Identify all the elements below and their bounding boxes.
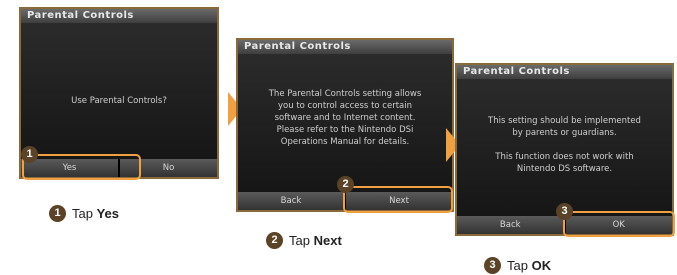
screen-3-message-line: This function does not work with bbox=[495, 152, 634, 162]
screen-3-message-line bbox=[457, 139, 672, 151]
screen-1-message: Use Parental Controls? bbox=[71, 96, 167, 106]
step-3-badge: 3 bbox=[484, 257, 501, 274]
screen-1-title: Parental Controls bbox=[21, 9, 217, 23]
step-2-badge-on-screen: 2 bbox=[337, 176, 354, 193]
screen-2-message-line: you to control access to certain bbox=[278, 101, 412, 111]
yes-button[interactable]: Yes bbox=[21, 159, 118, 177]
screen-2-button-bar: Back Next bbox=[238, 192, 452, 210]
no-button[interactable]: No bbox=[120, 159, 217, 177]
screen-3-body: This setting should be implemented by pa… bbox=[457, 79, 672, 216]
back-button[interactable]: Back bbox=[457, 216, 564, 234]
step-2-badge: 2 bbox=[266, 232, 283, 249]
screen-2-message-line: software and to Internet content. bbox=[274, 113, 416, 123]
screen-3-title: Parental Controls bbox=[457, 65, 672, 79]
screen-2-body: The Parental Controls setting allows you… bbox=[238, 54, 452, 192]
step-1-badge: 1 bbox=[49, 205, 66, 222]
step-1-badge-on-screen: 1 bbox=[21, 146, 38, 163]
screen-1-button-bar: Yes No bbox=[21, 159, 217, 177]
screen-1: Parental Controls Use Parental Controls?… bbox=[19, 7, 219, 179]
screen-3-message-line: Nintendo DS software. bbox=[516, 164, 613, 174]
screen-3-message-line: This setting should be implemented bbox=[488, 116, 641, 126]
ok-button[interactable]: OK bbox=[565, 216, 672, 234]
step-2-target: Next bbox=[313, 233, 342, 248]
next-button[interactable]: Next bbox=[346, 192, 452, 210]
screen-2-title: Parental Controls bbox=[238, 40, 452, 54]
screen-2-message-line: Please refer to the Nintendo DSi bbox=[276, 125, 414, 135]
screen-2-message-line: Operations Manual for details. bbox=[280, 137, 410, 147]
screen-3-message-line: by parents or guardians. bbox=[512, 128, 617, 138]
step-1-target: Yes bbox=[96, 206, 120, 221]
screen-2-message-line: The Parental Controls setting allows bbox=[268, 89, 422, 99]
step-3-caption: 3 Tap OK bbox=[484, 257, 551, 274]
step-2-verb: Tap bbox=[289, 233, 310, 248]
step-3-verb: Tap bbox=[507, 258, 528, 273]
step-1-caption: 1 Tap Yes bbox=[49, 205, 119, 222]
step-3-target: OK bbox=[531, 258, 552, 273]
step-2-caption: 2 Tap Next bbox=[266, 232, 342, 249]
step-1-verb: Tap bbox=[72, 206, 93, 221]
back-button[interactable]: Back bbox=[238, 192, 344, 210]
screen-1-body: Use Parental Controls? bbox=[21, 23, 217, 159]
step-3-badge-on-screen: 3 bbox=[556, 203, 573, 220]
